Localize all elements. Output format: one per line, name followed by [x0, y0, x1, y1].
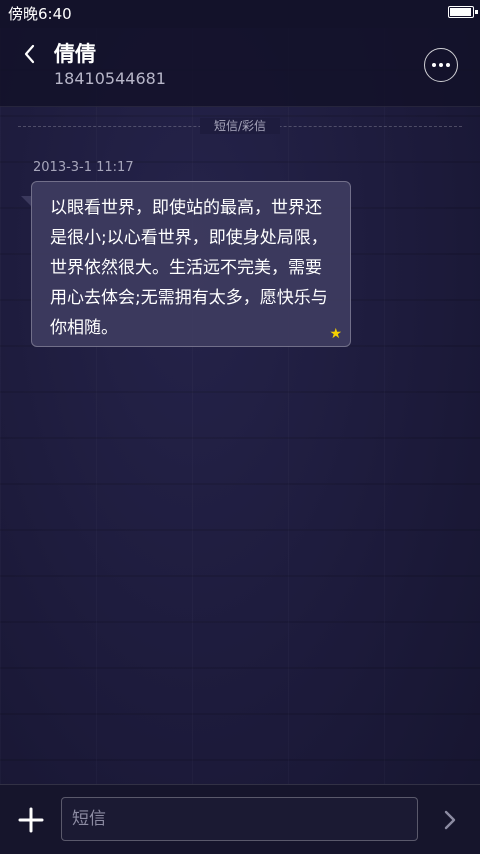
message-input[interactable] — [61, 797, 418, 841]
battery-icon — [448, 6, 478, 18]
contact-name: 倩倩 — [54, 42, 96, 66]
message-text: 以眼看世界，即使站的最高，世界还是很小;以心看世界，即使身处局限，世界依然很大。… — [50, 198, 328, 338]
star-icon: ★ — [329, 326, 342, 342]
more-horizontal-icon — [432, 63, 450, 67]
plus-icon[interactable] — [16, 805, 46, 835]
conversation-header: 倩倩 18410544681 — [0, 28, 480, 107]
message-timestamp: 2013-3-1 11:17 — [33, 160, 134, 175]
battery-level — [450, 8, 471, 16]
contact-phone-number: 18410544681 — [54, 69, 166, 88]
chevron-right-icon[interactable] — [440, 807, 460, 833]
bubble-tail — [21, 196, 31, 206]
compose-bar — [0, 784, 480, 854]
channel-label: 短信/彩信 — [200, 118, 280, 134]
chevron-left-icon[interactable] — [18, 40, 42, 68]
message-bubble[interactable]: 以眼看世界，即使站的最高，世界还是很小;以心看世界，即使身处局限，世界依然很大。… — [31, 181, 351, 347]
status-bar: 傍晚6:40 — [0, 0, 480, 28]
status-time: 傍晚6:40 — [8, 5, 72, 23]
more-options-button[interactable] — [424, 48, 458, 82]
